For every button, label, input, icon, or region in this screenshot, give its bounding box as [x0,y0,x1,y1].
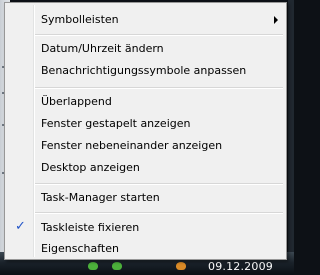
tray-volume-icon[interactable] [176,262,186,270]
menu-item-label: Benachrichtigungssymbole anpassen [41,64,247,77]
menu-item-label: Datum/Uhrzeit ändern [41,42,164,55]
tray-network-icon[interactable] [88,262,98,270]
menu-item-label: Eigenschaften [41,242,119,255]
menu-separator [35,34,283,36]
taskbar-clock[interactable]: 09.12.2009 [208,260,273,273]
taskbar-context-menu: Symbolleisten Datum/Uhrzeit ändern Benac… [4,2,287,260]
menu-item-label: Desktop anzeigen [41,161,140,174]
menu-item-label: Taskleiste fixieren [41,221,140,234]
menu-item-label: Fenster nebeneinander anzeigen [41,139,223,152]
menu-item-desktop-anzeigen[interactable]: Desktop anzeigen [7,157,284,179]
checkmark-icon: ✓ [15,219,26,234]
tray-app-icon[interactable] [112,262,122,270]
menu-item-benachrichtigungssymbole[interactable]: Benachrichtigungssymbole anpassen [7,60,284,82]
menu-item-eigenschaften[interactable]: Eigenschaften [7,238,284,260]
menu-item-label: Fenster gestapelt anzeigen [41,117,191,130]
menu-item-symbolleisten[interactable]: Symbolleisten [7,9,284,31]
menu-item-datum-uhrzeit[interactable]: Datum/Uhrzeit ändern [7,38,284,60]
menu-item-gestapelt[interactable]: Fenster gestapelt anzeigen [7,113,284,135]
menu-separator [35,183,283,185]
menu-item-task-manager[interactable]: Task-Manager starten [7,187,284,209]
menu-item-label: Task-Manager starten [41,191,160,204]
menu-item-label: Überlappend [41,95,112,108]
menu-item-ueberlappend[interactable]: Überlappend [7,91,284,113]
menu-separator [35,212,283,214]
menu-item-label: Symbolleisten [41,13,119,26]
background-desktop-edge [288,0,294,252]
menu-item-taskleiste-fixieren[interactable]: ✓ Taskleiste fixieren [7,217,284,239]
submenu-arrow-icon [274,16,278,24]
menu-item-nebeneinander[interactable]: Fenster nebeneinander anzeigen [7,135,284,157]
menu-separator [35,87,283,89]
